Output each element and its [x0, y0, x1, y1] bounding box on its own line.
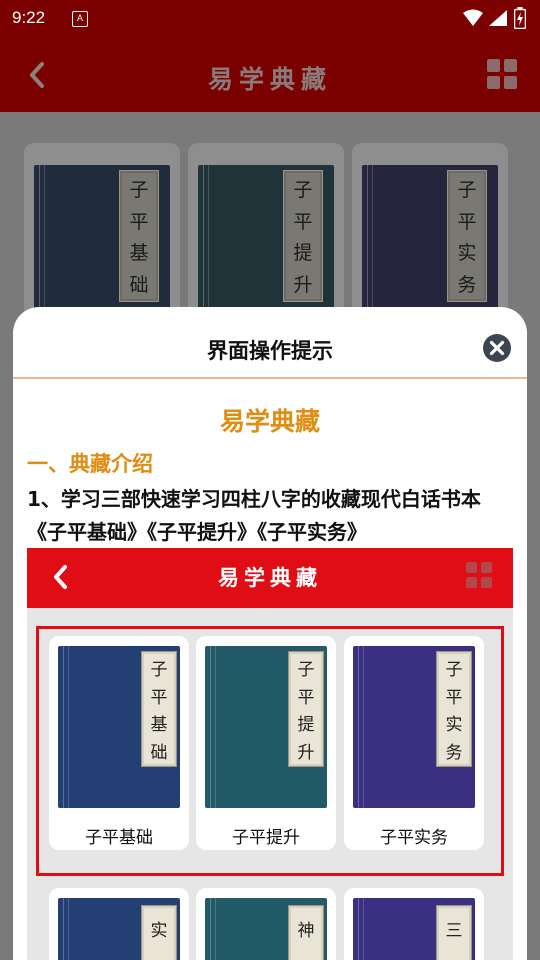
- battery-icon: [514, 7, 526, 29]
- book-cover-char: 务: [151, 956, 168, 960]
- grid-menu-icon: [466, 562, 492, 588]
- book-cover-char: 实: [457, 242, 477, 265]
- notification-icon: A: [72, 11, 88, 27]
- dialog-divider: [13, 377, 527, 379]
- help-heading: 易学典藏: [219, 407, 320, 436]
- book-cover-char: 命: [446, 956, 463, 960]
- example-screenshot: 易学典藏 子平基础子平基础子平提升子平提升子平实务子平实务实务神煞三命: [27, 548, 513, 960]
- book-cover-label: 子平提升: [283, 170, 323, 302]
- wifi-icon: [463, 9, 483, 26]
- book-cover-label: 子平基础: [119, 170, 159, 302]
- book-cover-char: 实: [150, 920, 168, 941]
- book-cover-char: 平: [129, 210, 149, 233]
- book-cover-label: 实务: [141, 905, 177, 960]
- example-title: 易学典藏: [218, 565, 322, 590]
- status-time: 9:22: [12, 8, 46, 27]
- book-cover-char: 子: [293, 179, 313, 202]
- section-title: 一、典藏介绍: [27, 452, 153, 476]
- book-cover-char: 提: [293, 242, 313, 265]
- book-cover-char: 平: [293, 210, 313, 233]
- book-card[interactable]: 神煞: [196, 888, 336, 960]
- highlight-frame: [36, 626, 504, 876]
- book-cover-label: 神煞: [288, 905, 324, 960]
- book-cover-char: 升: [293, 273, 313, 296]
- signal-icon: [489, 10, 507, 26]
- book-card[interactable]: 实务: [49, 888, 189, 960]
- book-cover-label: 三命: [436, 905, 472, 960]
- book-cover-char: 基: [129, 242, 149, 265]
- dialog-title: 界面操作提示: [207, 339, 333, 363]
- book-cover-char: 子: [457, 179, 477, 202]
- book-cover-char: 三: [445, 920, 463, 941]
- book-cover-char: 子: [129, 179, 149, 202]
- app-title: 易学典藏: [207, 65, 332, 94]
- status-bar: 9:22 A: [0, 0, 540, 38]
- book-cover-char: 务: [457, 273, 477, 296]
- grid-menu-icon[interactable]: [486, 58, 518, 90]
- book-cover-char: 神: [297, 920, 315, 941]
- book-cover-char: 础: [129, 273, 149, 296]
- help-paragraph: 1、学习三部快速学习四柱八字的收藏现代白话书本《子平基础》《子平提升》《子平实务…: [27, 487, 481, 544]
- book-cover-char: 煞: [298, 956, 315, 960]
- example-app-bar: 易学典藏: [27, 548, 513, 608]
- book-cover: 实务: [58, 898, 180, 960]
- help-dialog: 界面操作提示 易学典藏 一、典藏介绍 1、学习三部快速学习四柱八字的收藏现代白话…: [13, 307, 527, 960]
- book-cover-char: 平: [457, 210, 477, 233]
- app-bar: 易学典藏: [0, 38, 540, 112]
- book-cover-label: 子平实务: [447, 170, 487, 302]
- book-cover: 神煞: [205, 898, 327, 960]
- close-icon[interactable]: [482, 333, 512, 363]
- book-cover: 三命: [353, 898, 475, 960]
- book-card[interactable]: 三命: [344, 888, 484, 960]
